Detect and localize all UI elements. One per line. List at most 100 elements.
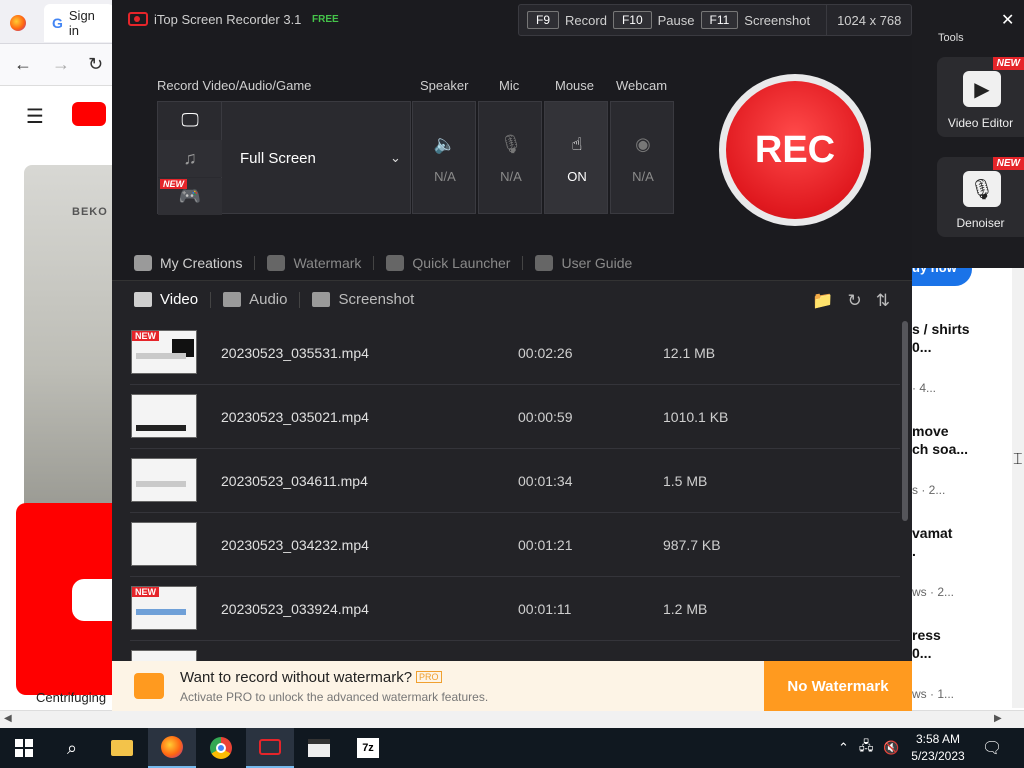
library-tabs: Video Audio Screenshot <box>134 291 426 308</box>
webcam-icon: ◉ <box>635 134 651 154</box>
file-size: 1.5 MB <box>663 473 708 489</box>
video-icon <box>134 292 152 307</box>
side-item-meta: s · 2... <box>912 483 946 497</box>
taskbar-video-app[interactable] <box>295 728 343 768</box>
scroll-right-icon[interactable]: ▶ <box>994 713 1002 724</box>
firefox-icon <box>10 15 26 31</box>
app-logo-icon <box>128 12 148 26</box>
mode-screen-button[interactable]: 🖵 <box>158 102 222 139</box>
scroll-left-icon[interactable]: ◀ <box>4 713 12 724</box>
tab-audio[interactable]: Audio <box>223 291 299 308</box>
file-thumbnail: NEW <box>131 330 197 374</box>
taskbar-chrome[interactable] <box>197 728 245 768</box>
my-creations-link[interactable]: My Creations <box>134 255 254 271</box>
folder-icon[interactable]: 📁 <box>812 291 833 311</box>
mode-audio-button[interactable]: ♫ <box>158 140 222 177</box>
webcam-toggle[interactable]: ◉ N/A <box>610 101 674 214</box>
table-row[interactable]: 20230523_035021.mp4 00:00:59 1010.1 KB <box>130 385 900 449</box>
file-thumbnail <box>131 650 197 661</box>
quick-links-bar: My Creations Watermark Quick Launcher Us… <box>134 250 894 276</box>
forward-arrow-icon[interactable]: → <box>52 54 70 75</box>
mic-toggle[interactable]: 🎙 N/A <box>478 101 542 214</box>
youtube-thumbnail[interactable] <box>16 503 114 695</box>
refresh-icon[interactable]: ↻ <box>848 291 862 311</box>
app-title: iTop Screen Recorder 3.1 <box>154 12 302 27</box>
taskbar-firefox[interactable] <box>148 728 196 768</box>
table-row[interactable]: 20230523_034232.mp4 00:01:21 987.7 KB <box>130 513 900 577</box>
new-badge: NEW <box>160 179 187 189</box>
network-icon[interactable]: 🖧 <box>859 737 874 759</box>
start-button[interactable] <box>0 728 48 768</box>
side-item-title[interactable]: s / shirts 0... <box>912 320 970 356</box>
windows-taskbar: ⌕ 7z ⌃ 🖧 🔇 3:58 AM 5/23/2023 🗨 <box>0 728 1024 768</box>
side-item-title[interactable]: ress 0... <box>912 626 941 662</box>
rec-button[interactable]: REC <box>726 81 864 219</box>
sort-icon[interactable]: ⇅ <box>876 291 890 311</box>
webcam-status: N/A <box>632 169 654 184</box>
hotkeys-bar: F9 Record F10 Pause F11 Screenshot 1024 … <box>518 4 912 36</box>
quick-launcher-link[interactable]: Quick Launcher <box>386 255 522 271</box>
brand-label: BEKO <box>72 206 108 218</box>
monitor-icon: 🖵 <box>181 110 199 130</box>
no-watermark-button[interactable]: No Watermark <box>764 661 912 711</box>
table-row[interactable]: NEW 20230523_035531.mp4 00:02:26 12.1 MB <box>130 321 900 385</box>
speaker-toggle[interactable]: 🔈 N/A <box>412 101 476 214</box>
file-name: 20230523_034232.mp4 <box>221 537 369 553</box>
mouse-toggle[interactable]: ☝ ON <box>544 101 608 214</box>
gamepad-icon: 🎮 <box>178 186 202 206</box>
volume-muted-icon[interactable]: 🔇 <box>883 740 899 756</box>
hamburger-menu-icon[interactable]: ☰ <box>26 104 44 129</box>
side-item-meta: · 4... <box>912 381 937 395</box>
side-item-title[interactable]: move ch soa... <box>912 422 968 458</box>
horizontal-scrollbar[interactable]: ◀ ▶ <box>0 710 1024 728</box>
tool-video-editor[interactable]: NEW ▶ Video Editor <box>937 57 1024 137</box>
youtube-logo[interactable] <box>72 102 106 126</box>
chevron-up-icon[interactable]: ⌃ <box>838 740 849 756</box>
browser-tab-label: Sign in <box>68 8 95 38</box>
play-icon <box>72 579 114 621</box>
browser-tab-signin[interactable]: G Sign in <box>44 4 114 42</box>
table-row[interactable]: NEW 20230523_033924.mp4 00:01:11 1.2 MB <box>130 577 900 641</box>
watermark-link[interactable]: Watermark <box>267 255 373 271</box>
taskbar-file-explorer[interactable] <box>98 728 146 768</box>
link-label: User Guide <box>561 255 633 271</box>
chevron-down-icon[interactable]: ⌄ <box>390 150 401 166</box>
taskbar-itop-recorder[interactable] <box>246 728 294 768</box>
taskbar-7zip[interactable]: 7z <box>344 728 392 768</box>
hotkey-pause-label: Pause <box>657 12 695 28</box>
chrome-icon <box>210 737 232 759</box>
reload-icon[interactable]: ↻ <box>88 54 103 75</box>
notification-icon[interactable]: 🗨 <box>982 738 1002 758</box>
list-scrollbar[interactable] <box>902 321 908 521</box>
side-item-line: . <box>912 543 916 559</box>
tab-screenshot[interactable]: Screenshot <box>312 291 426 308</box>
system-clock[interactable]: 3:58 AM 5/23/2023 <box>906 731 970 765</box>
file-size: 1010.1 KB <box>663 409 729 425</box>
search-button[interactable]: ⌕ <box>48 728 96 768</box>
tab-label: Audio <box>249 291 288 308</box>
watermark-promo-icon <box>134 673 164 699</box>
side-item-line: ch soa... <box>912 441 969 457</box>
browser-tab-firefox[interactable] <box>2 4 42 42</box>
firefox-icon <box>161 736 183 758</box>
capture-area-dropdown[interactable]: Full Screen <box>240 150 316 167</box>
table-row[interactable]: 20230523_034611.mp4 00:01:34 1.5 MB <box>130 449 900 513</box>
file-duration: 00:01:34 <box>518 473 573 489</box>
close-icon[interactable]: ✕ <box>1001 10 1014 30</box>
file-list: NEW 20230523_035531.mp4 00:02:26 12.1 MB… <box>130 321 900 661</box>
tool-denoiser[interactable]: NEW 🎙 Denoiser <box>937 157 1024 237</box>
side-item-title[interactable]: vamat. <box>912 524 952 560</box>
table-row[interactable] <box>130 641 900 661</box>
divider <box>299 291 301 308</box>
back-arrow-icon[interactable]: ← <box>14 54 32 75</box>
mouse-label: Mouse <box>555 78 595 93</box>
divider <box>254 256 256 270</box>
mic-icon: 🎙 <box>963 171 1001 207</box>
tab-video[interactable]: Video <box>134 291 210 308</box>
user-guide-link[interactable]: User Guide <box>535 255 644 271</box>
pro-badge: PRO <box>416 671 442 683</box>
7zip-icon: 7z <box>357 738 379 758</box>
promo-subtitle: Activate PRO to unlock the advanced wate… <box>180 690 489 704</box>
mouse-click-icon: ☝ <box>571 134 583 154</box>
side-item-line: 0... <box>912 339 932 355</box>
